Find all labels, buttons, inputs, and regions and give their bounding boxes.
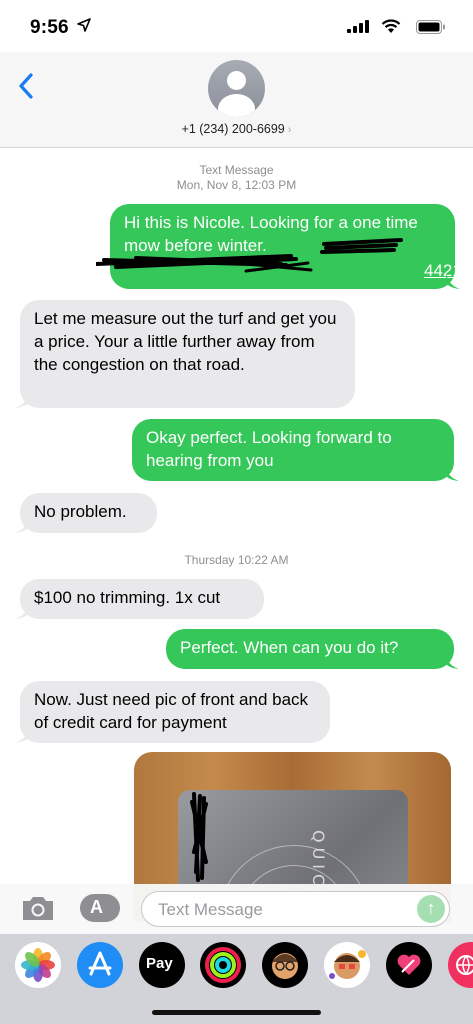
chevron-right-icon: › xyxy=(287,124,292,136)
memoji-stickers-app-icon[interactable] xyxy=(324,942,370,988)
memoji-app-icon[interactable] xyxy=(262,942,308,988)
conversation-header: +1 (234) 200-6699 › xyxy=(0,52,473,148)
photos-app-icon[interactable] xyxy=(15,942,61,988)
timestamp: Mon, Nov 8, 12:03 PM xyxy=(176,178,297,192)
thread-timestamp-1: Text Message Mon, Nov 8, 12:03 PM xyxy=(0,163,473,193)
apple-pay-label: Pay xyxy=(146,955,173,972)
location-arrow-icon xyxy=(77,18,91,32)
outgoing-message[interactable]: Hi this is Nicole. Looking for a one tim… xyxy=(96,204,471,289)
app-store-icon: A xyxy=(90,897,103,917)
cellular-signal-icon xyxy=(347,20,369,33)
status-bar: 9:56 xyxy=(0,0,473,52)
imessage-app-drawer: Pay xyxy=(0,934,473,1024)
redaction-scribble xyxy=(96,238,403,273)
message-input[interactable] xyxy=(156,898,400,922)
message-text: Let me measure out the turf and get you … xyxy=(34,309,337,374)
message-text: Okay perfect. Looking forward to hearing… xyxy=(146,428,392,470)
web-search-app-icon[interactable] xyxy=(448,942,473,988)
clock: 9:56 xyxy=(30,17,69,38)
message-field[interactable]: ↑ xyxy=(141,891,450,927)
back-chevron-icon[interactable] xyxy=(14,70,44,102)
message-text: $100 no trimming. 1x cut xyxy=(34,588,221,607)
message-text: No problem. xyxy=(34,502,127,521)
send-arrow-icon: ↑ xyxy=(426,898,436,918)
incoming-message[interactable]: Let me measure out the turf and get you … xyxy=(15,300,355,408)
outgoing-message[interactable]: Perfect. When can you do it? xyxy=(166,629,459,669)
redaction-scribble xyxy=(190,792,208,882)
send-button[interactable]: ↑ xyxy=(417,895,445,923)
incoming-message[interactable]: No problem. xyxy=(15,493,157,533)
wifi-icon xyxy=(381,19,401,33)
contact-number: +1 (234) 200-6699 xyxy=(181,122,285,136)
service-label: Text Message xyxy=(199,163,274,177)
thread-timestamp-2: Thursday 10:22 AM xyxy=(184,553,289,567)
app-store-app-icon[interactable] xyxy=(77,942,123,988)
incoming-message[interactable]: $100 no trimming. 1x cut xyxy=(15,579,264,619)
camera-icon[interactable] xyxy=(20,894,56,922)
contact-avatar[interactable] xyxy=(208,60,265,117)
message-text: Now. Just need pic of front and back of … xyxy=(34,690,309,732)
apple-pay-app-icon[interactable]: Pay xyxy=(139,942,185,988)
app-store-drawer-button[interactable]: A xyxy=(80,894,120,922)
composer-bar: A ↑ xyxy=(0,884,473,934)
battery-icon xyxy=(416,20,445,34)
message-text: Perfect. When can you do it? xyxy=(180,638,399,657)
incoming-message[interactable]: Now. Just need pic of front and back of … xyxy=(15,681,330,743)
home-indicator xyxy=(152,1010,321,1015)
outgoing-message[interactable]: Okay perfect. Looking forward to hearing… xyxy=(132,419,459,481)
contact-name-button[interactable]: +1 (234) 200-6699 › xyxy=(0,122,473,136)
digital-touch-app-icon[interactable] xyxy=(386,942,432,988)
activity-app-icon[interactable] xyxy=(200,942,246,988)
